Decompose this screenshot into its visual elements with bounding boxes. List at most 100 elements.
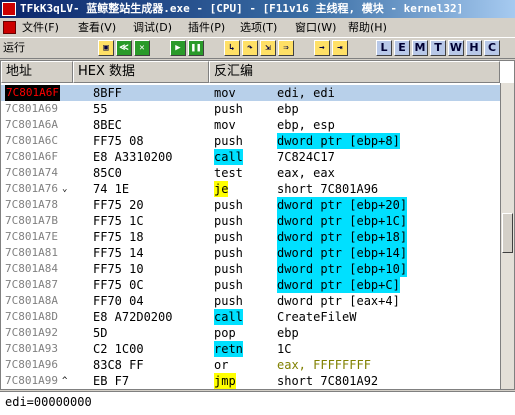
menu-view[interactable]: 查看(V) <box>78 18 116 37</box>
row-address: 7C801A8D <box>5 310 58 323</box>
row-address: 7C801A99 <box>5 374 58 387</box>
row-address: 7C801A74 <box>5 166 58 179</box>
disasm-row[interactable]: 7C801A76 ⌄ 74 1E je short 7C801A96 <box>1 181 514 197</box>
open-icon[interactable]: ▣ <box>98 40 114 56</box>
disasm-row[interactable]: 7C801A6C FF75 08 push dword ptr [ebp+8] <box>1 133 514 149</box>
disasm-row[interactable]: 7C801A81 FF75 14 push dword ptr [ebp+14] <box>1 245 514 261</box>
pause-icon[interactable]: ❚❚ <box>188 40 204 56</box>
windows-window-button[interactable]: W <box>448 40 464 56</box>
row-address: 7C801A8A <box>5 294 58 307</box>
row-hex: FF75 20 <box>93 198 144 212</box>
window-title: TFkK3qLV- 蓝鲸整站生成器.exe - [CPU] - [F11v16 … <box>20 2 464 15</box>
row-hex: FF75 0C <box>93 278 144 292</box>
animate-over-icon[interactable]: ⇒ <box>278 40 294 56</box>
row-mnemonic: push <box>214 262 243 276</box>
row-mnemonic: push <box>214 102 243 116</box>
row-address: 7C801A96 <box>5 358 58 371</box>
row-hex: FF70 04 <box>93 294 144 308</box>
row-mnemonic: jmp <box>214 373 236 389</box>
row-hex: FF75 08 <box>93 134 144 148</box>
row-mnemonic: retn <box>214 341 243 357</box>
row-operands: dword ptr [ebp+18] <box>277 229 408 245</box>
row-operands: ebp <box>277 326 299 340</box>
row-operands: 1C <box>277 342 292 356</box>
row-hex: 5D <box>93 326 108 340</box>
close-icon[interactable]: ✕ <box>134 40 150 56</box>
row-operands: short 7C801A96 <box>277 182 379 196</box>
disasm-row[interactable]: 7C801A7E FF75 18 push dword ptr [ebp+18] <box>1 229 514 245</box>
row-mnemonic: je <box>214 181 229 197</box>
step-into-icon[interactable]: ↳ <box>224 40 240 56</box>
step-over-icon[interactable]: ↷ <box>242 40 258 56</box>
column-header-disasm[interactable]: 反汇编 <box>209 61 500 83</box>
row-hex: E8 A3310200 <box>93 150 173 164</box>
row-operands: dword ptr [ebp+10] <box>277 261 408 277</box>
disasm-row[interactable]: 7C801A96 83C8 FF or eax, FFFFFFFF <box>1 357 514 373</box>
menu-debug[interactable]: 调试(D) <box>133 18 172 37</box>
disasm-row[interactable]: 7C801A99 ^ EB F7 jmp short 7C801A92 <box>1 373 514 389</box>
row-address: 7C801A6F <box>5 150 58 163</box>
row-mnemonic: call <box>214 149 243 165</box>
disasm-row[interactable]: 7C801A84 FF75 10 push dword ptr [ebp+10] <box>1 261 514 277</box>
disasm-row[interactable]: 7C801A69 55 push ebp <box>1 101 514 117</box>
row-mnemonic: pop <box>214 326 236 340</box>
disasm-row[interactable]: 7C801A87 FF75 0C push dword ptr [ebp+C] <box>1 277 514 293</box>
menu-options[interactable]: 选项(T) <box>240 18 277 37</box>
restart-icon[interactable]: ≪ <box>116 40 132 56</box>
disasm-row[interactable]: 7C801A8D E8 A72D0200 call CreateFileW <box>1 309 514 325</box>
vertical-scrollbar[interactable] <box>500 83 514 389</box>
toolbar: 运行 ▣ ≪ ✕ ▶ ❚❚ ↳ ↷ ⇲ ⇒ → ⇥ L E M T W H C <box>0 37 515 59</box>
disasm-row[interactable]: 7C801A6A 8BEC mov ebp, esp <box>1 117 514 133</box>
row-mnemonic: push <box>214 246 243 260</box>
disasm-row[interactable]: 7C801A92 5D pop ebp <box>1 325 514 341</box>
row-operands: CreateFileW <box>277 310 357 324</box>
menu-window[interactable]: 窗口(W) <box>295 18 336 37</box>
disasm-row[interactable]: 7C801A6F E8 A3310200 call 7C824C17 <box>1 149 514 165</box>
menu-plugins[interactable]: 插件(P) <box>188 18 225 37</box>
disasm-row[interactable]: 7C801A78 FF75 20 push dword ptr [ebp+20] <box>1 197 514 213</box>
row-hex: C2 1C00 <box>93 342 144 356</box>
execute-till-return-icon[interactable]: → <box>314 40 330 56</box>
system-menu-icon[interactable] <box>3 21 16 34</box>
disasm-row[interactable]: 7C801A93 C2 1C00 retn 1C <box>1 341 514 357</box>
row-operands: dword ptr [eax+4] <box>277 294 400 308</box>
menu-help[interactable]: 帮助(H) <box>348 18 387 37</box>
disasm-row[interactable]: 7C801A6F 8BFF mov edi, edi <box>1 85 514 101</box>
disasm-row[interactable]: 7C801A74 85C0 test eax, eax <box>1 165 514 181</box>
row-mnemonic: push <box>214 214 243 228</box>
goto-icon[interactable]: ⇥ <box>332 40 348 56</box>
row-address: 7C801A78 <box>5 198 58 211</box>
log-window-button[interactable]: L <box>376 40 392 56</box>
disasm-row[interactable]: 7C801A8A FF70 04 push dword ptr [eax+4] <box>1 293 514 309</box>
row-address: 7C801A6A <box>5 118 58 131</box>
row-hex: 85C0 <box>93 166 122 180</box>
handles-window-button[interactable]: H <box>466 40 482 56</box>
row-operands: edi, edi <box>277 86 335 100</box>
memory-window-button[interactable]: M <box>412 40 428 56</box>
modules-window-button[interactable]: E <box>394 40 410 56</box>
row-operands: dword ptr [ebp+C] <box>277 277 400 293</box>
disasm-row[interactable]: 7C801A7B FF75 1C push dword ptr [ebp+1C] <box>1 213 514 229</box>
row-hex: FF75 14 <box>93 246 144 260</box>
row-mnemonic: push <box>214 198 243 212</box>
row-address: 7C801A87 <box>5 278 58 291</box>
row-hex: EB F7 <box>93 374 130 388</box>
row-hex: FF75 18 <box>93 230 144 244</box>
row-mnemonic: push <box>214 230 243 244</box>
scrollbar-thumb[interactable] <box>502 213 513 253</box>
title-bar: TFkK3qLV- 蓝鲸整站生成器.exe - [CPU] - [F11v16 … <box>0 0 515 18</box>
row-address: 7C801A92 <box>5 326 58 339</box>
row-operands: ebp, esp <box>277 118 335 132</box>
run-icon[interactable]: ▶ <box>170 40 186 56</box>
menu-file[interactable]: 文件(F) <box>22 18 59 37</box>
threads-window-button[interactable]: T <box>430 40 446 56</box>
column-header-address[interactable]: 地址 <box>1 61 73 83</box>
cpu-window-button[interactable]: C <box>484 40 500 56</box>
row-hex: 55 <box>93 102 108 116</box>
column-header-hex[interactable]: HEX 数据 <box>73 61 209 83</box>
cpu-disassembly-pane[interactable]: 地址 HEX 数据 反汇编 7C801A6F 8BFF mov edi, edi 7C8… <box>0 60 515 390</box>
row-address: 7C801A84 <box>5 262 58 275</box>
row-hex: FF75 1C <box>93 214 144 228</box>
row-hex: 74 1E <box>93 182 130 196</box>
animate-into-icon[interactable]: ⇲ <box>260 40 276 56</box>
